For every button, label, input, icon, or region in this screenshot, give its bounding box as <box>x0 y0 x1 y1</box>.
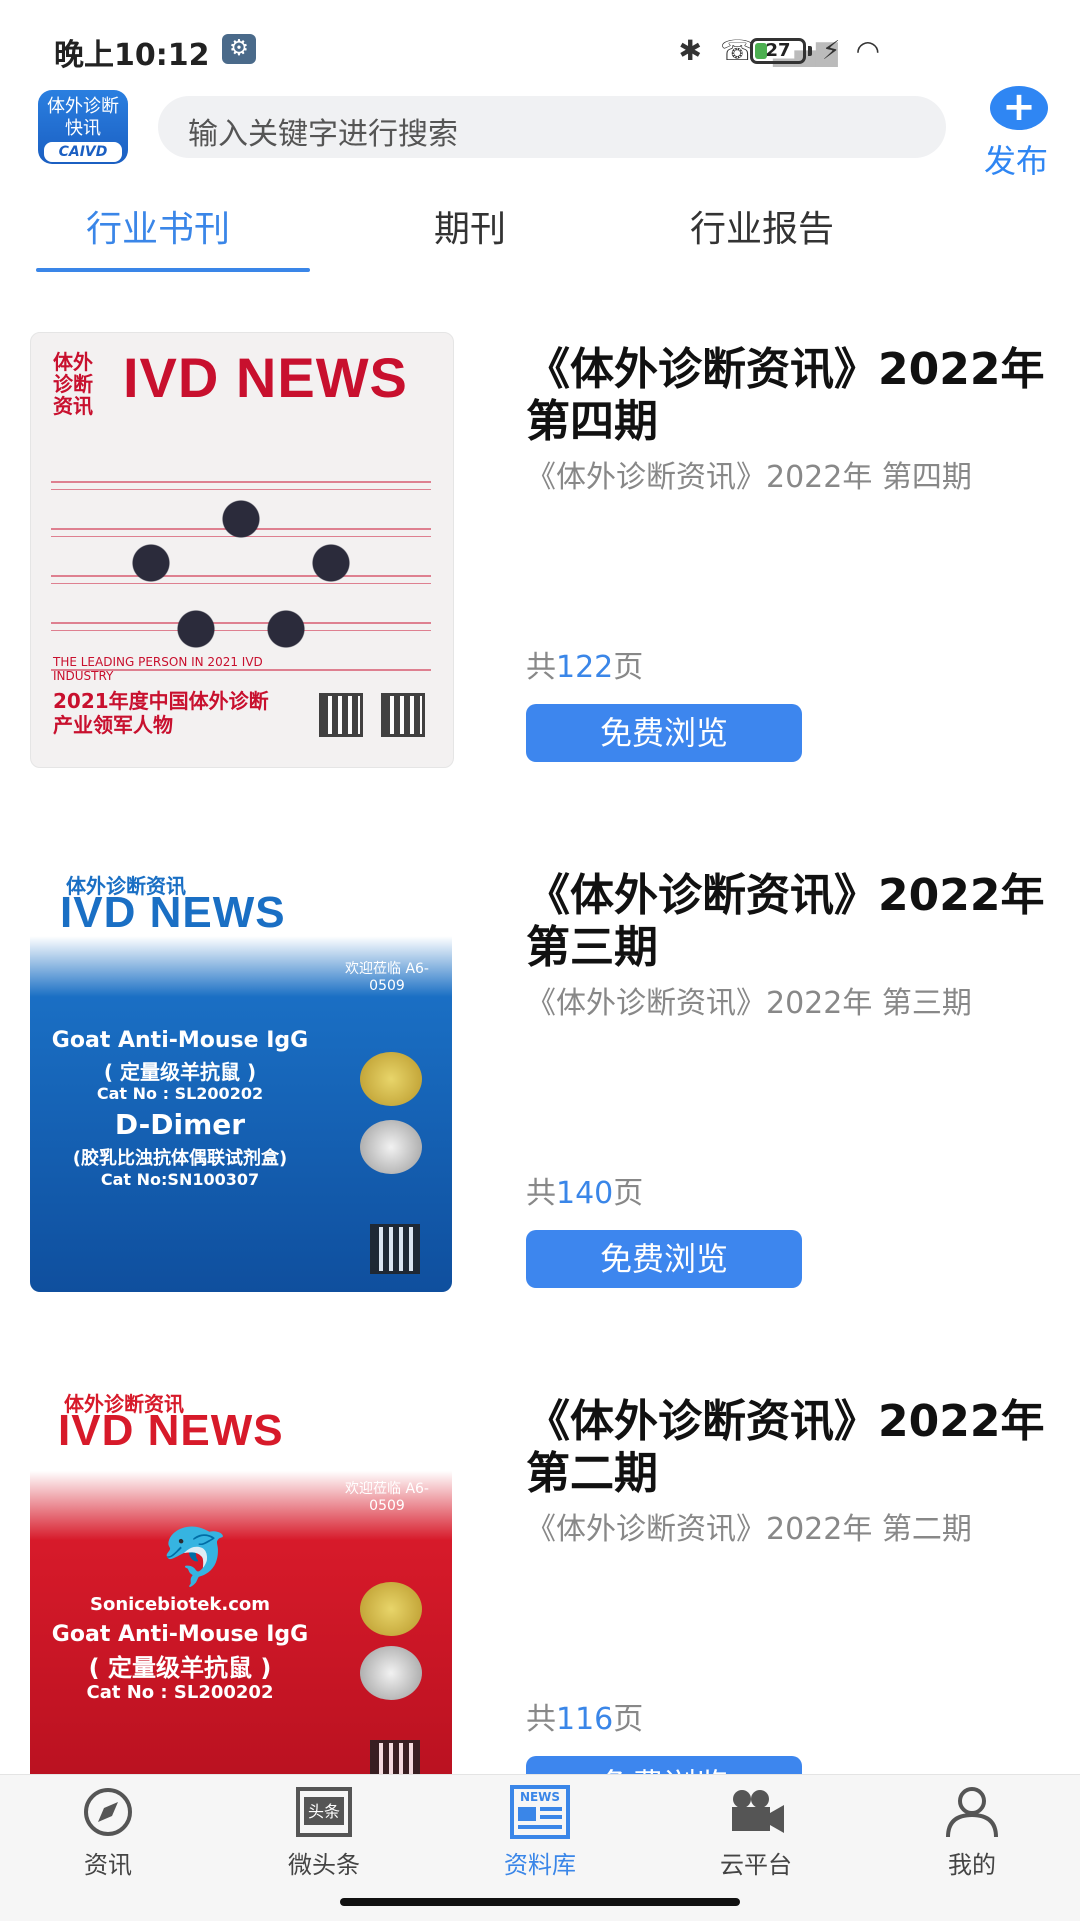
free-view-button[interactable]: 免费浏览 <box>526 704 802 762</box>
page-count-number: 140 <box>556 1176 614 1211</box>
headline-icon: 头条 <box>292 1785 356 1839</box>
cover-line-5: (胶乳比浊抗体偶联试剂盒) <box>72 1148 288 1169</box>
qr-code-icon <box>370 1224 420 1274</box>
tab-journals[interactable]: 期刊 <box>434 200 506 252</box>
item-title[interactable]: 《体外诊断资讯》2022年 第三期 <box>526 870 1046 974</box>
cover-small-title: 体外 诊断 资讯 <box>53 350 93 418</box>
page-count-prefix: 共 <box>526 650 556 685</box>
logo-text-top: 体外诊断 <box>47 96 119 117</box>
gold-coin-image <box>360 1582 422 1636</box>
list-item[interactable]: 体外诊断资讯 IVD NEWS 欢迎莅临 A6-0509 Goat Anti-M… <box>0 856 1080 1296</box>
home-indicator[interactable] <box>340 1898 740 1906</box>
app-logo[interactable]: 体外诊断 快讯 CAIVD <box>38 90 128 164</box>
list-item[interactable]: 体外诊断资讯 IVD NEWS 欢迎莅临 A6-0509 🐬 Sonicebio… <box>0 1382 1080 1774</box>
cover-line-3: Cat No : SL200202 <box>96 1084 264 1103</box>
cover-line-4: Cat No : SL200202 <box>86 1682 274 1703</box>
nav-item-cloud[interactable]: 云平台 <box>686 1785 826 1880</box>
nav-item-library[interactable]: NEWS 资料库 <box>470 1785 610 1880</box>
qr-code-icon <box>370 1740 420 1774</box>
cover-image[interactable]: 体外 诊断 资讯 IVD NEWS THE LEADING PERSON IN … <box>30 332 454 768</box>
nav-label-cloud: 云平台 <box>720 1851 792 1879</box>
settings-notification-icon: ⚙ <box>222 34 256 64</box>
tab-industry-books[interactable]: 行业书刊 <box>86 200 230 252</box>
cover-welcome: 欢迎莅临 A6-0509 <box>345 1481 429 1514</box>
cover-big-title: IVD NEWS <box>58 1406 284 1455</box>
nav-item-headlines[interactable]: 头条 微头条 <box>254 1785 394 1880</box>
silver-coin-image <box>360 1646 422 1700</box>
qr-code-icon <box>381 693 425 737</box>
camera-icon <box>724 1785 788 1839</box>
publish-button[interactable]: 发布 <box>984 136 1048 182</box>
cover-big-title: IVD NEWS <box>123 346 408 409</box>
free-view-button[interactable]: 免费浏览 <box>526 1230 802 1288</box>
item-title[interactable]: 《体外诊断资讯》2022年 第四期 <box>526 344 1046 448</box>
nav-item-news[interactable]: 资讯 <box>38 1785 178 1880</box>
user-icon <box>940 1785 1004 1839</box>
page-count-suffix: 页 <box>613 650 644 685</box>
nav-label-profile: 我的 <box>948 1851 996 1879</box>
nav-label-news: 资讯 <box>84 1851 132 1879</box>
search-input[interactable]: 输入关键字进行搜索 <box>158 96 946 158</box>
svg-text:NEWS: NEWS <box>520 1790 560 1804</box>
cover-line-4: D-Dimer <box>114 1108 246 1141</box>
list-item[interactable]: 体外 诊断 资讯 IVD NEWS THE LEADING PERSON IN … <box>0 330 1080 770</box>
page-count: 共140页 <box>526 1168 643 1212</box>
item-subtitle: 《体外诊断资讯》2022年 第二期 <box>526 1512 972 1547</box>
item-subtitle: 《体外诊断资讯》2022年 第三期 <box>526 986 972 1021</box>
publish-plus-icon[interactable]: + <box>990 86 1048 130</box>
cover-line-cn2: 产业领军人物 <box>53 713 173 737</box>
nav-item-profile[interactable]: 我的 <box>902 1785 1042 1880</box>
cover-line-2: Goat Anti-Mouse IgG <box>51 1622 309 1647</box>
cover-welcome: 欢迎莅临 A6-0509 <box>345 961 429 994</box>
battery-tip <box>808 46 812 56</box>
page-count: 共116页 <box>526 1694 643 1738</box>
svg-text:头条: 头条 <box>308 1802 340 1821</box>
charging-icon: ⚡ <box>822 36 841 66</box>
nav-label-headlines: 微头条 <box>288 1851 360 1879</box>
cover-line-3: ( 定量级羊抗鼠 ) <box>88 1654 272 1682</box>
cover-line-en: THE LEADING PERSON IN 2021 IVD INDUSTRY <box>53 655 263 683</box>
bluetooth-icon: ✱ <box>678 34 702 67</box>
cover-line-1: Sonicebiotek.com <box>89 1594 271 1615</box>
item-subtitle: 《体外诊断资讯》2022年 第四期 <box>526 460 972 495</box>
compass-icon <box>76 1785 140 1839</box>
battery-icon: 27 <box>750 38 806 64</box>
category-tabs: 行业书刊 期刊 行业报告 <box>0 190 1080 272</box>
page-count-suffix: 页 <box>613 1702 644 1737</box>
dolphin-logo-icon: 🐬 <box>160 1525 230 1590</box>
tab-active-indicator <box>36 268 310 272</box>
search-placeholder: 输入关键字进行搜索 <box>188 117 458 152</box>
cover-image[interactable]: 体外诊断资讯 IVD NEWS 欢迎莅临 A6-0509 Goat Anti-M… <box>30 858 452 1292</box>
cover-big-title: IVD NEWS <box>60 888 286 937</box>
cover-line-2: ( 定量级羊抗鼠 ) <box>103 1060 257 1084</box>
page-count-prefix: 共 <box>526 1176 556 1211</box>
free-view-button[interactable]: 免费浏览 <box>526 1756 802 1774</box>
cover-image[interactable]: 体外诊断资讯 IVD NEWS 欢迎莅临 A6-0509 🐬 Sonicebio… <box>30 1384 452 1774</box>
nav-label-library: 资料库 <box>504 1851 576 1879</box>
qr-code-icon <box>319 693 363 737</box>
page-count-number: 122 <box>556 650 614 685</box>
cover-line-6: Cat No:SN100307 <box>100 1170 260 1189</box>
page-count-number: 116 <box>556 1702 614 1737</box>
cover-people-image <box>91 453 391 673</box>
logo-text-bottom: CAIVD <box>44 142 122 162</box>
gold-coin-image <box>360 1052 422 1106</box>
news-icon: NEWS <box>508 1785 572 1839</box>
status-bar: 晚上10:12 ⚙ ✱ ☏ ▂▄▆ ◠ 27 ⚡ <box>0 0 1080 90</box>
status-time: 晚上10:12 <box>54 38 210 73</box>
silver-coin-image <box>360 1120 422 1174</box>
cover-line-1: Goat Anti-Mouse IgG <box>51 1028 309 1053</box>
page-count-prefix: 共 <box>526 1702 556 1737</box>
tab-industry-reports[interactable]: 行业报告 <box>690 200 834 252</box>
page-count-suffix: 页 <box>613 1176 644 1211</box>
item-title[interactable]: 《体外诊断资讯》2022年 第二期 <box>526 1396 1046 1500</box>
wifi-icon: ◠ <box>855 34 880 67</box>
battery-percent: 27 <box>765 40 791 61</box>
logo-text-middle: 快讯 <box>65 118 101 139</box>
page-count: 共122页 <box>526 642 643 686</box>
